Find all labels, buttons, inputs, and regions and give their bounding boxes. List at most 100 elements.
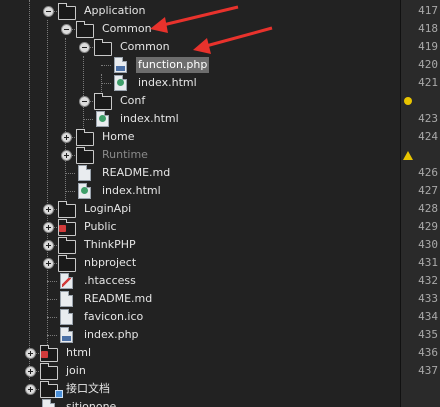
tree-row[interactable]: Runtime [0,146,400,164]
line-number: 418 [418,22,438,35]
tree-row[interactable]: Common [0,20,400,38]
tree-connector [101,65,111,66]
line-number-gutter: 417 418 419 420 421 423 424 426 427 428 429 430 431 4… [400,0,440,407]
tree-item-label: index.html [102,184,161,197]
folder-icon [94,39,112,56]
tree-item-label: Conf [120,94,146,107]
folder-icon [58,3,76,20]
file-icon [60,291,73,307]
project-tree[interactable]: Application Common Common function.php index… [0,0,400,407]
tree-row[interactable]: sitionone [0,398,400,407]
php-mark-icon [62,336,71,341]
tree-row[interactable]: join [0,362,400,380]
html-mark-icon [117,79,124,86]
expand-toggle-icon[interactable] [43,240,54,251]
expand-toggle-icon[interactable] [61,150,72,161]
subfolder-badge-icon [55,390,63,398]
tree-connector [65,191,75,192]
tree-row[interactable]: 接口文档 [0,380,400,398]
folder-subfolder-icon [40,381,63,398]
bulb-icon[interactable] [404,97,412,105]
folder-badge-icon [58,219,76,236]
tree-item-label: Runtime [102,148,148,161]
tree-item-label: Home [102,130,135,143]
tree-connector [47,317,57,318]
expand-toggle-icon[interactable] [43,204,54,215]
tree-item-label: index.html [138,76,197,89]
tree-item-label: html [66,346,92,359]
tree-connector [47,335,57,336]
tree-item-label: LoginApi [84,202,132,215]
tree-connector [47,299,57,300]
tree-connector [83,119,93,120]
htaccess-mark-icon [62,275,71,287]
tree-row[interactable]: Common [0,38,400,56]
html-file-icon [114,75,127,91]
line-number: 433 [418,292,438,305]
expand-toggle-icon[interactable] [43,258,54,269]
tree-item-label: README.md [84,292,153,305]
line-number: 435 [418,328,438,341]
tree-row[interactable]: index.html [0,110,400,128]
html-mark-icon [99,115,106,122]
line-number: 420 [418,58,438,71]
tree-row[interactable]: README.md [0,290,400,308]
collapse-toggle-icon[interactable] [79,42,90,53]
tree-connector [101,83,111,84]
expand-toggle-icon[interactable] [25,366,36,377]
folder-icon [58,255,76,272]
tree-row[interactable]: README.md [0,164,400,182]
html-file-icon [78,183,91,199]
expand-toggle-icon[interactable] [43,222,54,233]
collapse-toggle-icon[interactable] [61,24,72,35]
tree-item-label: index.php [84,328,139,341]
tree-row[interactable]: index.html [0,182,400,200]
tree-row[interactable]: .htaccess [0,272,400,290]
line-number: 431 [418,256,438,269]
line-number: 417 [418,4,438,17]
collapse-toggle-icon[interactable] [43,6,54,17]
tree-row[interactable]: html [0,344,400,362]
line-number: 428 [418,202,438,215]
tree-item-label: index.html [120,112,179,125]
tree-row[interactable]: Home [0,128,400,146]
tree-row[interactable]: index.html [0,74,400,92]
tree-item-label: Common [120,40,170,53]
html-file-icon [96,111,109,127]
tree-item-label: README.md [102,166,171,179]
tree-item-label: ThinkPHP [84,238,136,251]
tree-row[interactable]: ThinkPHP [0,236,400,254]
tree-item-label: 接口文档 [66,382,110,395]
warning-icon[interactable] [403,151,413,160]
folder-icon [58,237,76,254]
file-icon [60,309,73,325]
tree-connector [47,281,57,282]
tree-row[interactable]: index.php [0,326,400,344]
line-number: 434 [418,310,438,323]
folder-icon [76,129,94,146]
html-mark-icon [81,187,88,194]
tree-row[interactable]: Public [0,218,400,236]
badge-icon [59,225,66,232]
htaccess-file-icon [60,273,73,289]
tree-row[interactable]: function.php [0,56,400,74]
tree-row[interactable]: favicon.ico [0,308,400,326]
expand-toggle-icon[interactable] [25,384,36,395]
tree-row[interactable]: Conf [0,92,400,110]
tree-item-label: sitionone [66,400,117,407]
expand-toggle-icon[interactable] [61,132,72,143]
expand-toggle-icon[interactable] [25,348,36,359]
tree-row[interactable]: LoginApi [0,200,400,218]
line-number: 423 [418,112,438,125]
tree-item-label: favicon.ico [84,310,144,323]
php-file-icon [60,327,73,343]
tree-row[interactable]: Application [0,2,400,20]
line-number: 427 [418,184,438,197]
tree-row[interactable]: nbproject [0,254,400,272]
tree-item-label: Common [102,22,152,35]
tree-item-label: function.php [136,57,210,73]
php-mark-icon [116,66,125,71]
folder-icon [40,363,58,380]
collapse-toggle-icon[interactable] [79,96,90,107]
folder-badge-icon [40,345,58,362]
